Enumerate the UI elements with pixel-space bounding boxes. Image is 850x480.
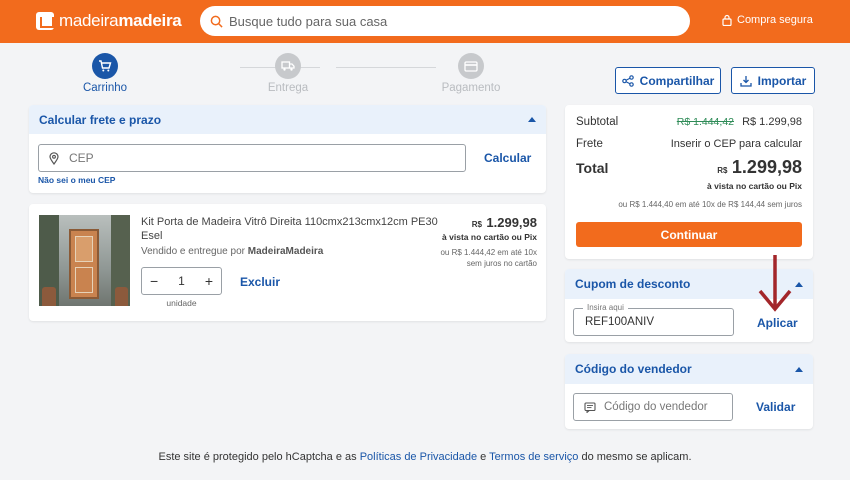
step-cart-label: Carrinho xyxy=(82,82,128,94)
frete-label: Frete xyxy=(576,138,603,150)
unknown-cep-link[interactable]: Não sei o meu CEP xyxy=(38,175,115,185)
step-payment: Pagamento xyxy=(441,53,501,94)
validate-button[interactable]: Validar xyxy=(756,400,795,414)
quantity-value: 1 xyxy=(178,274,185,288)
cep-field[interactable]: CEP xyxy=(38,144,466,172)
shipping-card: Calcular frete e prazo CEP Calcular Não … xyxy=(29,105,546,193)
coupon-field-label: Insira aqui xyxy=(583,303,628,312)
footer-text-3: do mesmo se aplicam. xyxy=(581,451,692,463)
coupon-title: Cupom de desconto xyxy=(575,277,691,291)
search-bar[interactable] xyxy=(200,6,690,36)
coupon-field[interactable]: REF100ANIV xyxy=(573,308,734,336)
total-label: Total xyxy=(576,160,609,176)
quantity-stepper[interactable]: − 1 + xyxy=(141,267,222,295)
card-icon xyxy=(464,60,478,72)
secure-label: Compra segura xyxy=(737,14,813,26)
apply-coupon-button[interactable]: Aplicar xyxy=(757,316,798,330)
summary-installments: ou R$ 1.444,40 em até 10x de R$ 144,44 s… xyxy=(618,200,802,209)
product-name[interactable]: Kit Porta de Madeira Vitrô Direita 110cm… xyxy=(141,215,441,243)
seller-prefix: Vendido e entregue por xyxy=(141,246,245,257)
import-button[interactable]: Importar xyxy=(731,67,815,94)
continue-button[interactable]: Continuar xyxy=(576,222,802,247)
step-divider xyxy=(336,67,436,68)
subtotal-old: R$ 1.444,42 xyxy=(676,116,734,128)
footer-notice: Este site é protegido pelo hCaptcha e as… xyxy=(0,451,850,463)
location-pin-icon xyxy=(49,151,59,165)
subtotal-new: R$ 1.299,98 xyxy=(742,116,802,128)
price-currency: R$ xyxy=(471,220,482,229)
coupon-value: REF100ANIV xyxy=(585,316,655,328)
cart-icon xyxy=(99,60,112,72)
step-delivery-label: Entrega xyxy=(267,82,309,94)
import-icon xyxy=(740,75,752,87)
installment-line-2: sem juros no cartão xyxy=(466,259,537,268)
seller-name: MadeiraMadeira xyxy=(247,246,324,257)
product-card: Kit Porta de Madeira Vitrô Direita 110cm… xyxy=(29,204,546,321)
shipping-title: Calcular frete e prazo xyxy=(39,112,162,127)
logo-text-part2: madeira xyxy=(118,11,182,30)
import-label: Importar xyxy=(757,73,807,88)
share-icon xyxy=(621,74,634,87)
message-icon xyxy=(584,401,596,413)
seller-code-placeholder: Código do vendedor xyxy=(604,401,708,413)
product-image[interactable] xyxy=(39,215,130,306)
remove-button[interactable]: Excluir xyxy=(240,275,280,289)
subtotal-values: R$ 1.444,42 R$ 1.299,98 xyxy=(677,116,802,128)
secure-purchase: Compra segura xyxy=(722,14,813,26)
search-input[interactable] xyxy=(229,13,649,29)
price-value: 1.299,98 xyxy=(486,215,537,230)
privacy-link[interactable]: Políticas de Privacidade xyxy=(360,451,477,463)
installment-line-1: ou R$ 1.444,42 em até 10x xyxy=(440,248,537,257)
seller-code-title: Código do vendedor xyxy=(575,362,692,376)
seller-code-header[interactable]: Código do vendedor xyxy=(565,354,813,384)
collapse-icon[interactable] xyxy=(528,117,536,122)
logo[interactable]: madeiramadeira xyxy=(36,11,182,31)
total-value: 1.299,98 xyxy=(731,157,802,177)
total-note: à vista no cartão ou Pix xyxy=(707,181,802,191)
checkout-steps: Carrinho Entrega Pagamento xyxy=(80,53,520,98)
step-delivery: Entrega xyxy=(258,53,318,94)
total-currency: R$ xyxy=(717,166,728,175)
arrow-annotation-icon xyxy=(758,255,792,312)
quantity-unit: unidade xyxy=(166,298,197,308)
calculate-button[interactable]: Calcular xyxy=(484,151,531,165)
seller-code-card: Código do vendedor Código do vendedor Va… xyxy=(565,354,813,429)
collapse-icon[interactable] xyxy=(795,366,803,372)
total-price: R$ 1.299,98 xyxy=(717,157,802,178)
footer-text-1: Este site é protegido pelo hCaptcha e as xyxy=(158,451,357,463)
collapse-icon[interactable] xyxy=(795,281,803,287)
truck-icon xyxy=(281,61,295,71)
search-icon xyxy=(210,15,223,28)
price-note: à vista no cartão ou Pix xyxy=(442,232,537,242)
share-button[interactable]: Compartilhar xyxy=(615,67,721,94)
terms-link[interactable]: Termos de serviço xyxy=(489,451,578,463)
share-label: Compartilhar xyxy=(639,73,715,88)
increase-button[interactable]: + xyxy=(205,273,213,289)
cep-placeholder: CEP xyxy=(69,151,94,165)
top-header: madeiramadeira Compra segura xyxy=(0,0,850,43)
step-cart[interactable]: Carrinho xyxy=(75,53,135,94)
product-price: R$ 1.299,98 xyxy=(472,214,537,232)
logo-text-part1: madeira xyxy=(59,11,119,30)
shipping-card-header[interactable]: Calcular frete e prazo xyxy=(29,105,546,134)
step-payment-label: Pagamento xyxy=(441,82,501,94)
order-summary: Subtotal R$ 1.444,42 R$ 1.299,98 Frete I… xyxy=(565,105,813,259)
product-seller: Vendido e entregue por MadeiraMadeira xyxy=(141,246,323,257)
lock-icon xyxy=(722,14,732,26)
decrease-button[interactable]: − xyxy=(150,273,158,289)
footer-text-2: e xyxy=(480,451,487,463)
continue-label: Continuar xyxy=(660,227,718,242)
frete-value: Inserir o CEP para calcular xyxy=(670,138,802,150)
subtotal-label: Subtotal xyxy=(576,116,619,128)
seller-code-field[interactable]: Código do vendedor xyxy=(573,393,733,421)
logo-icon xyxy=(36,12,54,30)
